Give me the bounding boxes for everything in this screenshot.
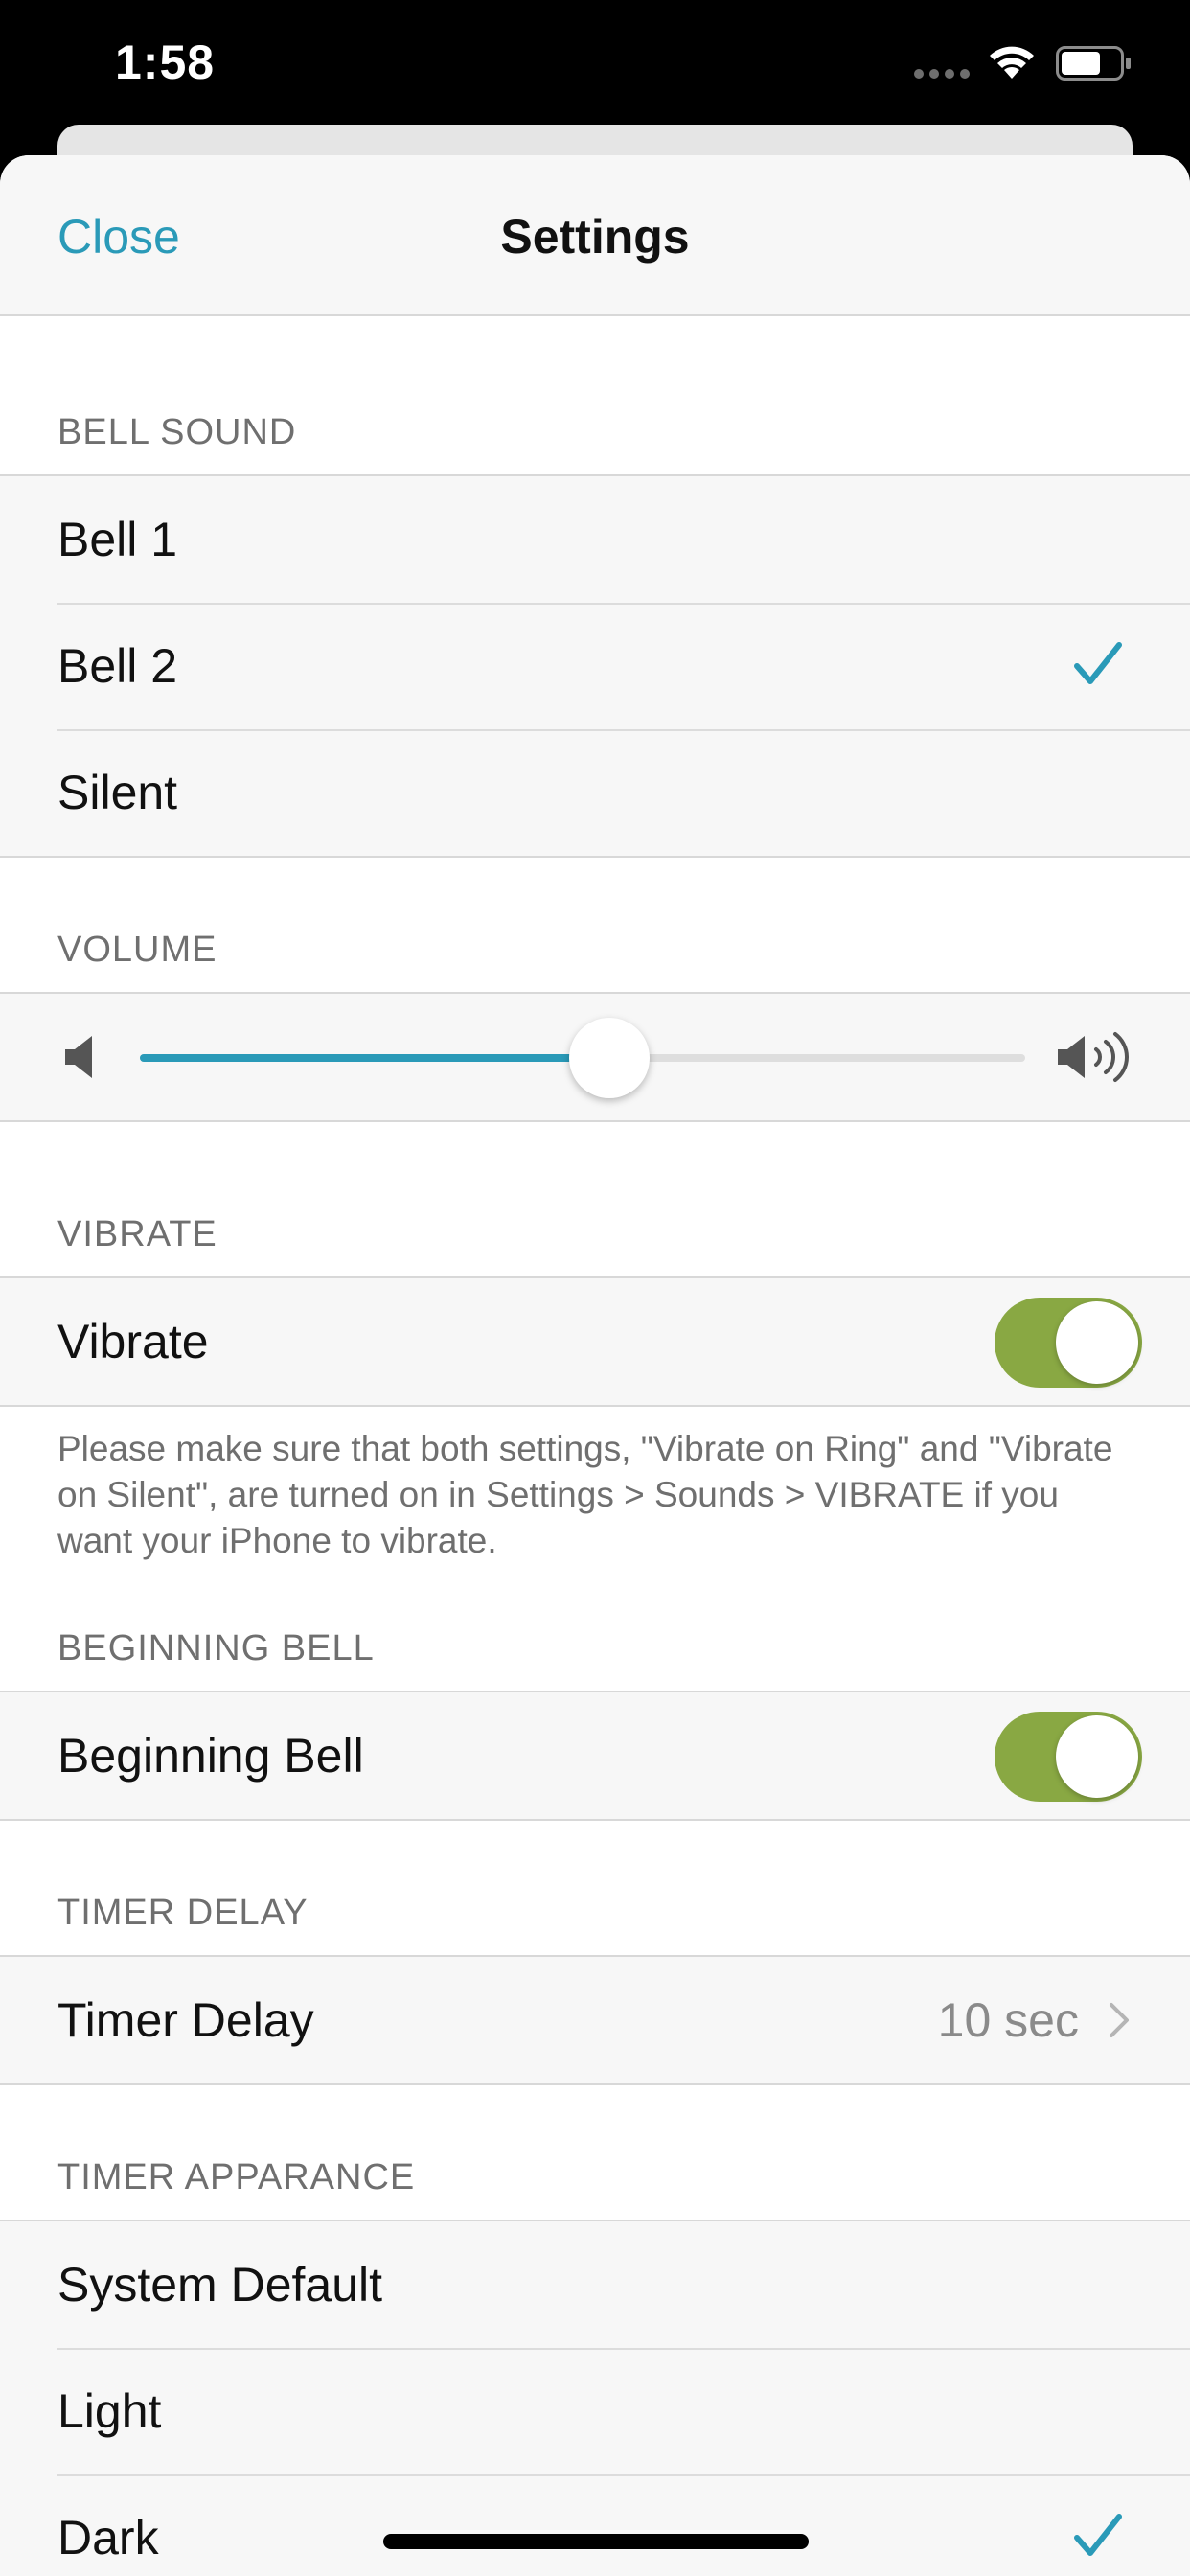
volume-high-icon <box>1058 1032 1129 1082</box>
bell-sound-group: Bell 1 Bell 2 Silent <box>0 474 1190 858</box>
bell-option-bell-2[interactable]: Bell 2 <box>0 603 1190 729</box>
home-indicator <box>383 2534 809 2549</box>
checkmark-icon <box>1074 642 1122 684</box>
bell-option-label: Bell 2 <box>57 639 178 693</box>
timer-delay-header: TIMER DELAY <box>57 1893 309 1933</box>
volume-group <box>0 992 1190 1122</box>
page-title: Settings <box>500 210 690 264</box>
bell-option-label: Bell 1 <box>57 513 178 566</box>
appearance-option-light[interactable]: Light <box>0 2348 1190 2474</box>
volume-low-icon <box>65 1036 92 1078</box>
volume-slider-thumb[interactable] <box>568 1018 650 1098</box>
beginning-bell-row: Beginning Bell <box>0 1692 1190 1819</box>
cellular-signal-icon <box>914 69 970 80</box>
vibrate-toggle[interactable] <box>995 1298 1142 1388</box>
timer-delay-value: 10 sec <box>937 1993 1079 2047</box>
volume-header: VOLUME <box>57 930 217 970</box>
vibrate-footer-text: Please make sure that both settings, "Vi… <box>57 1429 1113 1560</box>
appearance-option-label: Light <box>57 2384 162 2438</box>
timer-delay-row[interactable]: Timer Delay 10 sec <box>0 1957 1190 2083</box>
checkmark-icon <box>1074 2514 1122 2556</box>
vibrate-group: Vibrate <box>0 1276 1190 1407</box>
appearance-option-label: System Default <box>57 2258 383 2312</box>
bell-option-label: Silent <box>57 766 178 819</box>
beginning-bell-header: BEGINNING BELL <box>57 1628 375 1668</box>
bell-option-bell-1[interactable]: Bell 1 <box>0 476 1190 603</box>
navigation-bar: Close Settings <box>0 155 1190 316</box>
status-bar: 1:58 <box>0 0 1190 134</box>
timer-delay-label: Timer Delay <box>57 1993 314 2047</box>
status-icons <box>845 42 1133 90</box>
timer-appearance-group: System Default Light Dark <box>0 2220 1190 2576</box>
chevron-right-icon <box>1110 2003 1129 2037</box>
wifi-icon <box>990 46 1034 79</box>
volume-slider[interactable] <box>140 1018 1025 1098</box>
beginning-bell-toggle[interactable] <box>995 1712 1142 1802</box>
timer-delay-group: Timer Delay 10 sec <box>0 1955 1190 2085</box>
volume-slider-fill <box>140 1054 609 1062</box>
appearance-option-system-default[interactable]: System Default <box>0 2221 1190 2348</box>
vibrate-label: Vibrate <box>57 1315 209 1368</box>
vibrate-row: Vibrate <box>0 1278 1190 1405</box>
bell-sound-header: BELL SOUND <box>57 412 297 452</box>
appearance-option-label: Dark <box>57 2511 159 2564</box>
beginning-bell-group: Beginning Bell <box>0 1690 1190 1821</box>
battery-icon <box>1056 46 1131 80</box>
vibrate-header: VIBRATE <box>57 1214 217 1254</box>
appearance-option-dark[interactable]: Dark <box>0 2474 1190 2576</box>
volume-row <box>0 994 1190 1120</box>
beginning-bell-label: Beginning Bell <box>57 1729 364 1782</box>
timer-appearance-header: TIMER APPARANCE <box>57 2157 416 2197</box>
status-time: 1:58 <box>115 35 216 89</box>
settings-sheet: Close Settings BELL SOUND Bell 1 Bell 2 … <box>0 155 1190 2576</box>
bell-option-silent[interactable]: Silent <box>0 729 1190 856</box>
